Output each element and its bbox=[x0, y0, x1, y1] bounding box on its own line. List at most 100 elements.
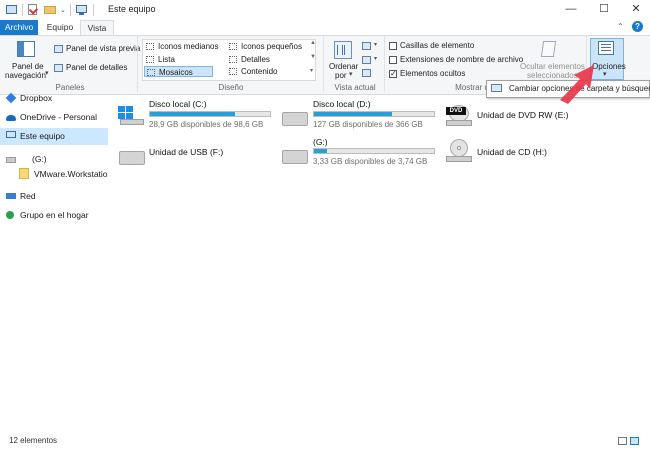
drive-name: Disco local (C:) bbox=[149, 99, 207, 109]
drive-name: Unidad de CD (H:) bbox=[477, 147, 547, 157]
onedrive-icon bbox=[6, 115, 16, 121]
details-pane-button[interactable]: Panel de detalles bbox=[66, 63, 127, 72]
drive-free-space: 3,33 GB disponibles de 3,74 GB bbox=[313, 157, 428, 166]
dvd-drive-icon: DVD bbox=[446, 105, 472, 127]
sort-by-icon[interactable] bbox=[334, 41, 352, 59]
hide-selected-icon[interactable] bbox=[540, 41, 557, 57]
window-icon[interactable] bbox=[6, 5, 17, 14]
tab-equipo[interactable]: Equipo bbox=[42, 20, 78, 35]
nav-item-label: OneDrive - Personal bbox=[20, 112, 98, 122]
quick-access-separator bbox=[22, 4, 23, 16]
tiles-view-toggle-icon[interactable] bbox=[630, 437, 639, 445]
layout-tiles[interactable]: Mosaicos bbox=[144, 66, 213, 77]
sort-by-label-2[interactable]: por bbox=[335, 71, 347, 80]
medium-icons-icon bbox=[146, 43, 154, 50]
drive-usage-bar bbox=[313, 111, 435, 117]
tab-archivo[interactable]: Archivo bbox=[0, 20, 38, 35]
help-icon[interactable]: ? bbox=[632, 21, 643, 32]
navigation-pane-dropdown-icon[interactable]: ▾ bbox=[45, 69, 49, 77]
nav-item-label: VMware.Workstatio bbox=[34, 169, 108, 179]
this-pc-title-icon bbox=[76, 5, 87, 13]
layout-content-label: Contenido bbox=[241, 67, 278, 76]
title-separator bbox=[70, 4, 71, 16]
ribbon-separator bbox=[137, 36, 138, 92]
vista-actual-group-label: Vista actual bbox=[334, 83, 376, 92]
title-separator-2 bbox=[93, 4, 94, 16]
layout-details-label: Detalles bbox=[241, 55, 270, 64]
dvd-badge: DVD bbox=[446, 107, 466, 115]
close-button[interactable]: ✕ bbox=[620, 0, 650, 20]
ribbon-separator bbox=[384, 36, 385, 92]
add-columns-dropdown-icon[interactable]: ▾ bbox=[374, 55, 377, 62]
nav-item-label: Red bbox=[20, 191, 36, 201]
gallery-scroll-down-icon[interactable]: ▼ bbox=[310, 54, 316, 60]
drive-free-space: 28,9 GB disponibles de 98,6 GB bbox=[149, 120, 264, 129]
usb-drive-icon bbox=[119, 151, 145, 165]
maximize-button[interactable]: ☐ bbox=[588, 0, 620, 20]
layout-medium-icons[interactable]: Iconos medianos bbox=[144, 41, 238, 52]
tab-vista[interactable]: Vista bbox=[80, 20, 114, 36]
group-by-dropdown-icon[interactable]: ▾ bbox=[374, 41, 377, 48]
this-pc-title-stand bbox=[79, 13, 84, 15]
homegroup-icon bbox=[6, 211, 14, 219]
preview-pane-icon[interactable] bbox=[54, 45, 63, 53]
gallery-scroll-up-icon[interactable]: ▲ bbox=[310, 40, 316, 46]
layout-list[interactable]: Lista bbox=[144, 54, 238, 65]
add-columns-icon[interactable] bbox=[362, 56, 371, 64]
layout-small-icons-label: Iconos pequeños bbox=[241, 42, 302, 51]
item-checkboxes-checkbox[interactable] bbox=[389, 42, 397, 50]
list-icon bbox=[146, 56, 154, 63]
navigation-pane-label-2[interactable]: navegación bbox=[5, 71, 46, 80]
removable-drive-icon bbox=[282, 150, 308, 164]
windows-drive-icon bbox=[118, 106, 144, 126]
layout-small-icons[interactable]: Iconos pequeños bbox=[227, 41, 321, 52]
minimize-button[interactable]: — bbox=[555, 0, 587, 20]
hidden-items-label[interactable]: Elementos ocultos bbox=[400, 69, 465, 78]
details-view-toggle-icon[interactable] bbox=[618, 437, 627, 445]
layout-details[interactable]: Detalles bbox=[227, 54, 321, 65]
ribbon-collapse-icon[interactable]: ⌃ bbox=[617, 22, 624, 31]
diseno-group-label: Diseño bbox=[218, 83, 244, 92]
new-folder-icon[interactable] bbox=[44, 6, 56, 14]
this-pc-icon bbox=[6, 131, 16, 138]
network-icon bbox=[6, 193, 16, 199]
drive-usage-bar bbox=[313, 148, 435, 154]
quick-access-dropdown-icon[interactable]: ⌄ bbox=[60, 6, 66, 14]
options-icon bbox=[598, 41, 614, 55]
drive-free-space: 127 GB disponibles de 366 GB bbox=[313, 120, 423, 129]
preview-pane-button[interactable]: Panel de vista previa bbox=[66, 44, 140, 53]
drive-name: Unidad de DVD RW (E:) bbox=[477, 110, 569, 120]
hard-drive-icon bbox=[282, 112, 308, 126]
gallery-more-icon[interactable]: ▾ bbox=[310, 67, 313, 74]
sort-by-label-1[interactable]: Ordenar bbox=[329, 62, 358, 71]
options-dropdown-icon[interactable]: ▾ bbox=[603, 70, 607, 78]
nav-item-label: (G:) bbox=[32, 154, 47, 164]
properties-icon[interactable] bbox=[28, 4, 39, 15]
drive-name: Disco local (D:) bbox=[313, 99, 371, 109]
folder-icon bbox=[19, 168, 29, 179]
cd-drive-icon bbox=[446, 139, 472, 163]
layout-content[interactable]: Contenido bbox=[227, 66, 321, 77]
file-extensions-label[interactable]: Extensiones de nombre de archivo bbox=[400, 55, 523, 64]
drive-usage-fill bbox=[314, 112, 392, 116]
layout-list-label: Lista bbox=[158, 55, 175, 64]
group-by-icon[interactable] bbox=[362, 42, 371, 50]
hidden-items-checkbox[interactable]: ✓ bbox=[389, 70, 397, 78]
layout-tiles-label: Mosaicos bbox=[159, 68, 193, 77]
drive-icon bbox=[6, 157, 16, 163]
details-icon bbox=[229, 56, 237, 63]
item-count-status: 12 elementos bbox=[9, 436, 58, 445]
sort-by-dropdown-icon[interactable]: ▾ bbox=[349, 70, 353, 78]
folder-options-icon bbox=[491, 84, 502, 92]
navigation-pane-icon[interactable] bbox=[17, 41, 35, 57]
details-pane-icon[interactable] bbox=[54, 64, 63, 72]
drive-usage-fill bbox=[150, 112, 236, 116]
size-columns-icon[interactable] bbox=[362, 69, 371, 77]
navigation-pane-label-1[interactable]: Panel de bbox=[12, 62, 44, 71]
window-title: Este equipo bbox=[108, 4, 156, 14]
file-extensions-checkbox[interactable] bbox=[389, 56, 397, 64]
tiles-icon bbox=[147, 69, 155, 76]
item-checkboxes-label[interactable]: Casillas de elemento bbox=[400, 41, 474, 50]
drive-name: Unidad de USB (F:) bbox=[149, 147, 224, 157]
small-icons-icon bbox=[229, 43, 237, 50]
